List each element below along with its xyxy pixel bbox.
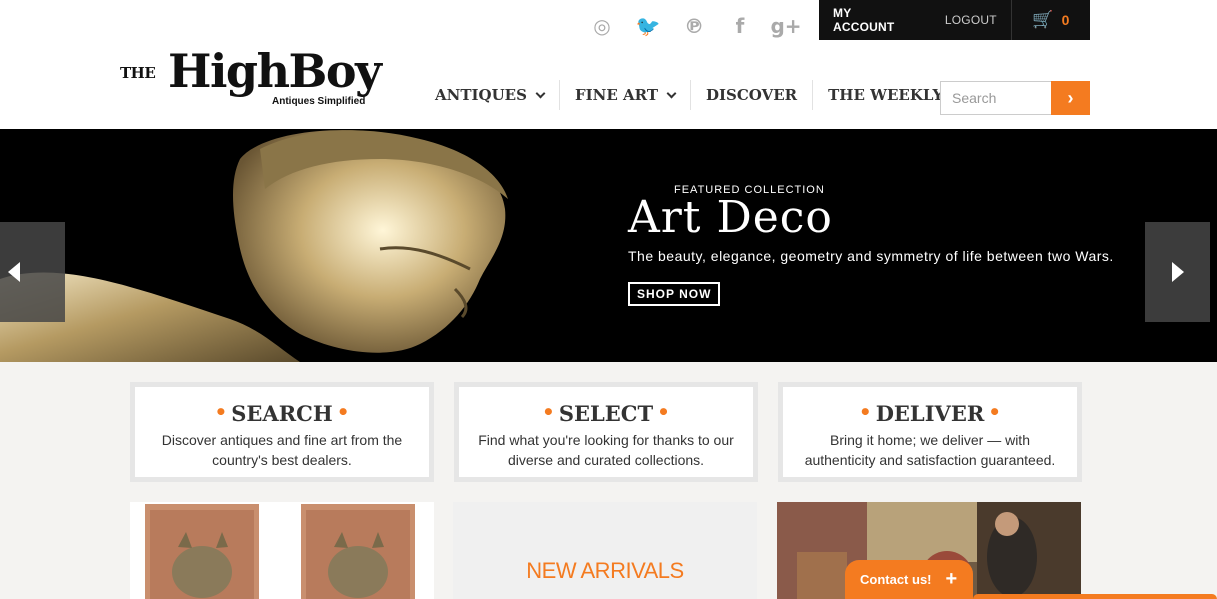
twitter-icon[interactable]: 🐦 <box>634 12 662 40</box>
arrow-left-icon <box>8 262 20 282</box>
hero-title: Art Deco <box>628 192 833 243</box>
step-card-search: • SEARCH • Discover antiques and fine art … <box>130 382 434 482</box>
art-deco-bust-image <box>0 130 508 362</box>
instagram-icon[interactable]: ◎ <box>588 12 616 40</box>
step-heading: • SELECT • <box>542 400 670 426</box>
contact-us-button[interactable]: Contact us! + <box>845 560 973 599</box>
step-card-deliver: • DELIVER • Bring it home; we deliver — wi… <box>778 382 1082 482</box>
how-it-works: • SEARCH • Discover antiques and fine art … <box>130 382 1082 482</box>
nav-label: THE WEEKLY <box>828 86 944 104</box>
logo-tagline: Antiques Simplified <box>272 96 366 107</box>
shop-now-button[interactable]: SHOP NOW <box>628 282 721 306</box>
cart-button[interactable]: 🛒 0 <box>1010 0 1090 40</box>
logo-name: HighBoy <box>168 44 382 98</box>
product-tile-bookends[interactable] <box>130 502 434 599</box>
site-header: ◎ 🐦 ℗ f g+ MY ACCOUNT LOGOUT 🛒 0 THE Hig… <box>0 0 1217 129</box>
search-submit-button[interactable]: › <box>1051 81 1090 115</box>
chevron-down-icon <box>666 88 677 98</box>
pinterest-icon[interactable]: ℗ <box>680 12 708 40</box>
facebook-icon[interactable]: f <box>726 12 754 40</box>
cart-icon: 🛒 <box>1032 10 1054 30</box>
hero-caption: FEATURED COLLECTION Art Deco The beauty,… <box>628 184 1114 306</box>
account-bar: MY ACCOUNT LOGOUT 🛒 0 <box>819 0 1090 40</box>
nav-item-discover[interactable]: DISCOVER <box>691 80 814 110</box>
arrow-right-icon <box>1171 262 1184 282</box>
step-title: DELIVER <box>875 401 985 426</box>
contact-label: Contact us! <box>860 572 932 587</box>
nav-item-fine-art[interactable]: FINE ART <box>560 80 691 110</box>
hero-description: The beauty, elegance, geometry and symme… <box>628 248 1114 264</box>
slider-next-button[interactable] <box>1145 222 1210 322</box>
search-input[interactable] <box>940 81 1051 115</box>
new-arrivals-label: NEW ARRIVALS <box>526 558 684 583</box>
main-nav: ANTIQUES FINE ART DISCOVER THE WEEKLY <box>420 80 958 110</box>
new-arrivals-tile[interactable]: NEW ARRIVALS <box>453 502 757 599</box>
step-heading: • SEARCH • <box>214 400 350 426</box>
step-card-select: • SELECT • Find what you're looking for th… <box>454 382 758 482</box>
search-form: › <box>940 81 1090 115</box>
nav-item-antiques[interactable]: ANTIQUES <box>420 80 560 110</box>
site-logo[interactable]: THE HighBoy Antiques Simplified <box>120 44 405 112</box>
google-plus-icon[interactable]: g+ <box>770 12 801 40</box>
step-title: SELECT <box>558 401 654 426</box>
chevron-down-icon <box>535 88 546 98</box>
cart-count: 0 <box>1061 12 1070 28</box>
bookends-image <box>145 504 415 599</box>
step-title: SEARCH <box>231 401 333 426</box>
my-account-link[interactable]: MY ACCOUNT <box>819 6 929 34</box>
step-text: Discover antiques and fine art from the … <box>161 432 403 468</box>
step-text: Bring it home; we deliver — with authent… <box>804 432 1056 468</box>
nav-label: FINE ART <box>574 86 658 104</box>
step-text: Find what you're looking for thanks to o… <box>478 432 734 468</box>
nav-item-the-weekly[interactable]: THE WEEKLY <box>813 80 958 110</box>
contact-bar-tail <box>973 594 1217 599</box>
logo-the: THE <box>120 64 156 82</box>
logout-link[interactable]: LOGOUT <box>929 13 1011 27</box>
nav-label: ANTIQUES <box>435 86 527 104</box>
slider-prev-button[interactable] <box>0 222 65 322</box>
social-links: ◎ 🐦 ℗ f g+ <box>588 12 801 40</box>
step-heading: • DELIVER • <box>858 400 1002 426</box>
hero-slider: FEATURED COLLECTION Art Deco The beauty,… <box>0 129 1217 362</box>
nav-label: DISCOVER <box>706 86 798 104</box>
plus-icon: + <box>945 568 958 590</box>
